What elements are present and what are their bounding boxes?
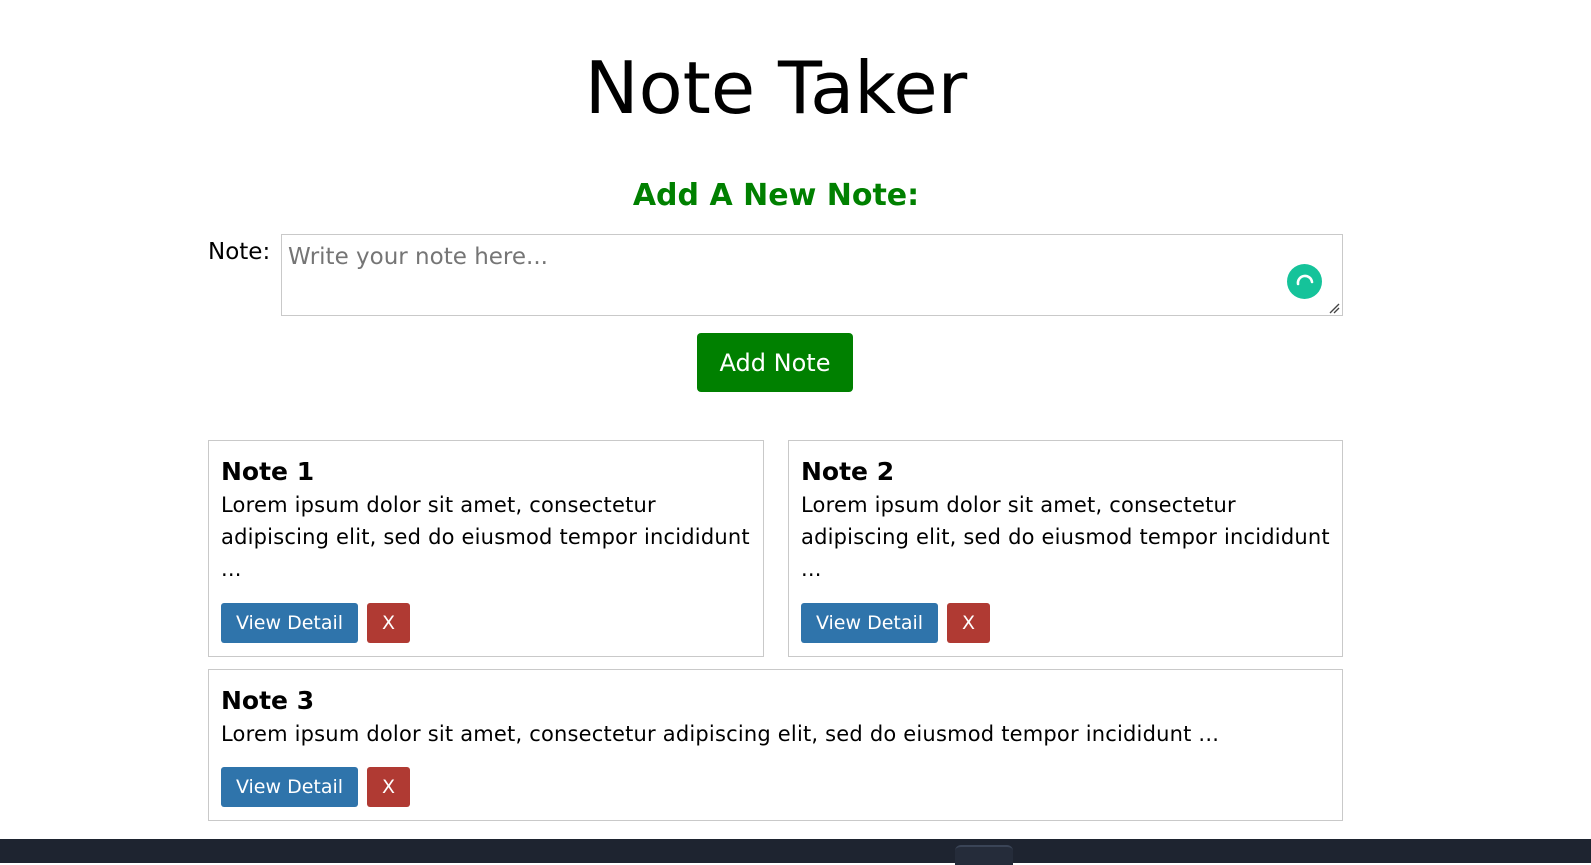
note-title: Note 3 (221, 686, 315, 715)
delete-note-button[interactable]: X (367, 603, 410, 643)
note-title: Note 1 (221, 457, 315, 486)
note-card: Note 1 Lorem ipsum dolor sit amet, conse… (208, 440, 764, 657)
delete-note-button[interactable]: X (367, 767, 410, 807)
note-actions: View Detail X (221, 603, 410, 643)
note-title: Note 2 (801, 457, 895, 486)
delete-note-button[interactable]: X (947, 603, 990, 643)
page-title: Note Taker (584, 46, 968, 130)
note-label: Note: (208, 239, 271, 265)
note-card: Note 3 Lorem ipsum dolor sit amet, conse… (208, 669, 1343, 821)
note-text: Lorem ipsum dolor sit amet, consectetur … (221, 493, 750, 581)
note-textarea[interactable] (281, 234, 1343, 316)
note-actions: View Detail X (801, 603, 990, 643)
page-scrollbar[interactable] (1574, 0, 1591, 839)
resize-handle-icon[interactable] (1328, 302, 1340, 314)
assistant-swirl-icon (1296, 274, 1313, 285)
form-heading: Add A New Note: (632, 178, 920, 213)
note-text: Lorem ipsum dolor sit amet, consectetur … (221, 722, 1220, 746)
note-text: Lorem ipsum dolor sit amet, consectetur … (801, 493, 1330, 581)
add-note-button[interactable]: Add Note (697, 333, 853, 392)
grammar-assistant-icon[interactable] (1287, 264, 1322, 299)
view-detail-button[interactable]: View Detail (221, 767, 358, 807)
note-card: Note 2 Lorem ipsum dolor sit amet, conse… (788, 440, 1343, 657)
note-actions: View Detail X (221, 767, 410, 807)
taskbar-app-button[interactable] (955, 845, 1013, 865)
view-detail-button[interactable]: View Detail (801, 603, 938, 643)
view-detail-button[interactable]: View Detail (221, 603, 358, 643)
taskbar (0, 839, 1591, 865)
